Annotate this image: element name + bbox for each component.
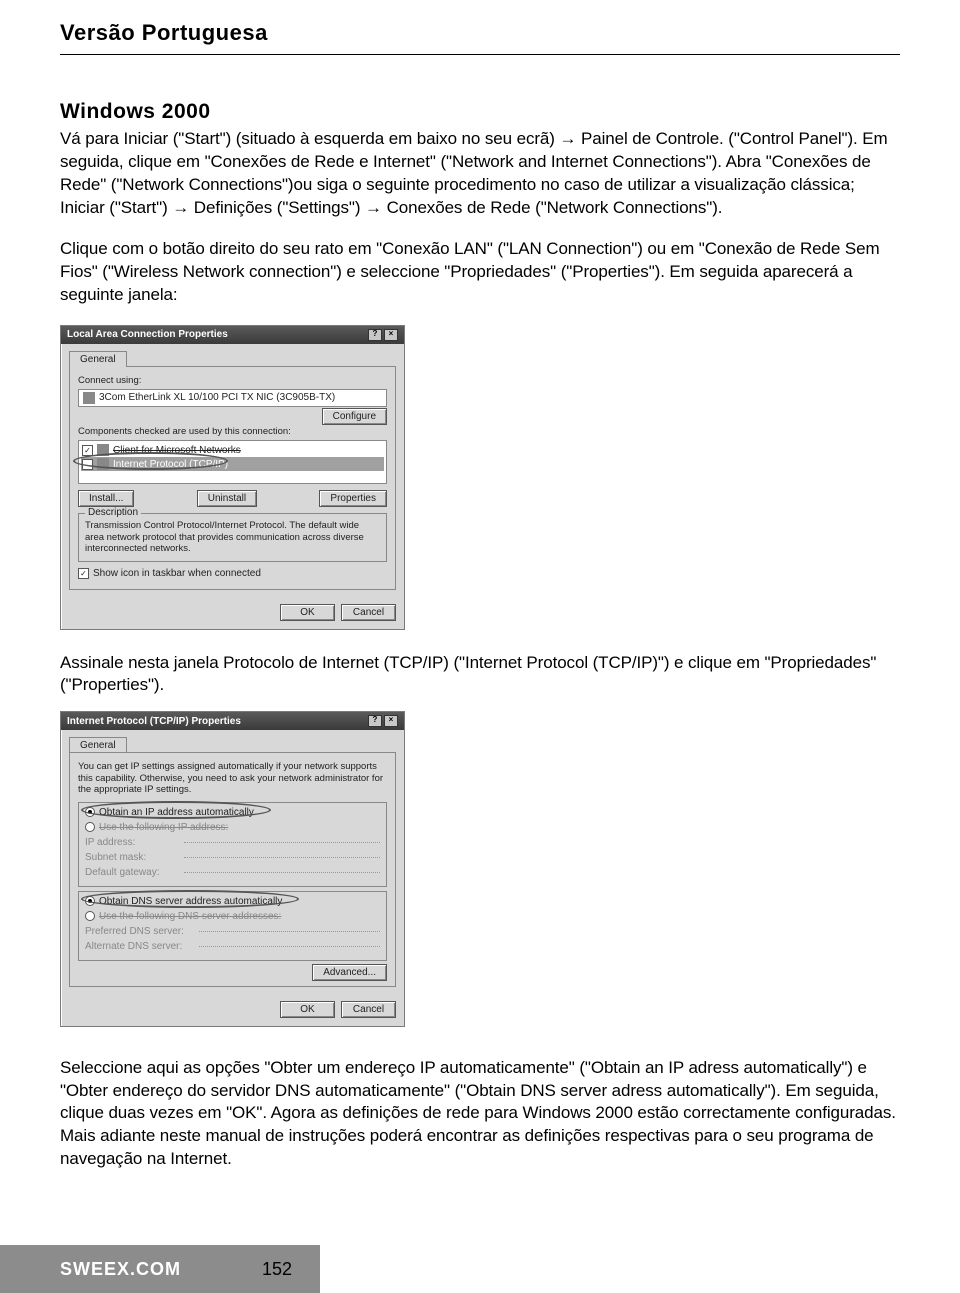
close-icon[interactable]: ×: [384, 715, 398, 727]
components-listbox[interactable]: ✓ Client for Microsoft Networks ✓ Intern…: [78, 440, 387, 484]
field-label: Default gateway:: [85, 867, 180, 878]
page-title: Versão Portuguesa: [60, 20, 900, 46]
section-heading: Windows 2000: [60, 100, 900, 124]
description-legend: Description: [85, 507, 141, 518]
radio-label: Use the following DNS server addresses:: [99, 911, 281, 922]
radio-dns-manual[interactable]: Use the following DNS server addresses:: [85, 909, 380, 924]
ok-button[interactable]: OK: [280, 1001, 335, 1018]
page-header: Versão Portuguesa: [60, 20, 900, 55]
window-controls: ? ×: [368, 715, 398, 727]
install-button[interactable]: Install...: [78, 490, 134, 507]
checkbox-icon[interactable]: ✓: [82, 459, 93, 470]
tab-row: General: [61, 344, 404, 366]
paragraph-1: Vá para Iniciar ("Start") (situado à esq…: [60, 128, 900, 220]
radio-dns-auto[interactable]: Obtain DNS server address automatically: [85, 894, 380, 909]
configure-button[interactable]: Configure: [322, 408, 387, 425]
field-label: IP address:: [85, 837, 180, 848]
tab-row: General: [61, 730, 404, 752]
header-rule: [60, 54, 900, 55]
component-icon: [97, 444, 109, 456]
list-item[interactable]: ✓ Internet Protocol (TCP/IP): [81, 457, 384, 471]
radio-label: Obtain an IP address automatically: [99, 807, 254, 818]
adns-input: [199, 946, 380, 947]
ip-group: Obtain an IP address automatically Use t…: [78, 802, 387, 887]
radio-icon[interactable]: [85, 807, 95, 817]
paragraph-3: Assinale nesta janela Protocolo de Inter…: [60, 652, 900, 698]
titlebar: Local Area Connection Properties ? ×: [61, 326, 404, 344]
tab-body: You can get IP settings assigned automat…: [69, 752, 396, 986]
component-icon: [97, 458, 109, 470]
paragraph-1b-text: Iniciar ("Start") → Definições ("Setting…: [60, 198, 722, 217]
titlebar: Internet Protocol (TCP/IP) Properties ? …: [61, 712, 404, 730]
tab-general[interactable]: General: [69, 351, 127, 367]
window-title: Local Area Connection Properties: [67, 329, 228, 340]
dialog-buttons: OK Cancel: [61, 598, 404, 629]
dialog-buttons: OK Cancel: [61, 995, 404, 1026]
ip-input: [184, 842, 380, 843]
help-icon[interactable]: ?: [368, 329, 382, 341]
component-label: Internet Protocol (TCP/IP): [113, 459, 228, 470]
description-group: Description Transmission Control Protoco…: [78, 513, 387, 561]
adapter-field[interactable]: 3Com EtherLink XL 10/100 PCI TX NIC (3C9…: [78, 389, 387, 407]
components-label: Components checked are used by this conn…: [78, 426, 387, 437]
connect-using-label: Connect using:: [78, 375, 387, 386]
page-footer: SWEEX.COM 152: [0, 1245, 320, 1293]
advanced-button[interactable]: Advanced...: [312, 964, 387, 981]
field-label: Preferred DNS server:: [85, 926, 195, 937]
help-icon[interactable]: ?: [368, 715, 382, 727]
radio-icon[interactable]: [85, 896, 95, 906]
component-label: Client for Microsoft Networks: [113, 445, 241, 456]
paragraph-2: Clique com o botão direito do seu rato e…: [60, 238, 900, 307]
show-icon-label: Show icon in taskbar when connected: [93, 568, 261, 579]
radio-icon[interactable]: [85, 822, 95, 832]
ok-button[interactable]: OK: [280, 604, 335, 621]
intro-text: You can get IP settings assigned automat…: [78, 761, 387, 795]
dns-group: Obtain DNS server address automatically …: [78, 891, 387, 961]
page-number: 152: [262, 1259, 292, 1280]
nic-icon: [83, 392, 95, 404]
gateway-input: [184, 872, 380, 873]
gateway-row: Default gateway:: [85, 865, 380, 880]
cancel-button[interactable]: Cancel: [341, 1001, 396, 1018]
subnet-row: Subnet mask:: [85, 850, 380, 865]
adapter-name: 3Com EtherLink XL 10/100 PCI TX NIC (3C9…: [99, 392, 335, 403]
description-text: Transmission Control Protocol/Internet P…: [85, 520, 380, 554]
pdns-input: [199, 931, 380, 932]
uninstall-button[interactable]: Uninstall: [197, 490, 257, 507]
cancel-button[interactable]: Cancel: [341, 604, 396, 621]
pdns-row: Preferred DNS server:: [85, 924, 380, 939]
mask-input: [184, 857, 380, 858]
field-label: Alternate DNS server:: [85, 941, 195, 952]
paragraph-4: Seleccione aqui as opções "Obter um ende…: [60, 1057, 900, 1172]
radio-ip-auto[interactable]: Obtain an IP address automatically: [85, 805, 380, 820]
tab-general[interactable]: General: [69, 737, 127, 753]
footer-site: SWEEX.COM: [60, 1259, 181, 1280]
radio-label: Obtain DNS server address automatically: [99, 896, 282, 907]
show-icon-row[interactable]: ✓ Show icon in taskbar when connected: [78, 566, 387, 581]
tab-body: Connect using: 3Com EtherLink XL 10/100 …: [69, 366, 396, 590]
checkbox-icon[interactable]: ✓: [82, 445, 93, 456]
window-title: Internet Protocol (TCP/IP) Properties: [67, 716, 241, 727]
radio-label: Use the following IP address:: [99, 822, 228, 833]
properties-button[interactable]: Properties: [319, 490, 387, 507]
ip-address-row: IP address:: [85, 835, 380, 850]
paragraph-1-text: Vá para Iniciar ("Start") (situado à esq…: [60, 129, 888, 194]
field-label: Subnet mask:: [85, 852, 180, 863]
window-lac-properties: Local Area Connection Properties ? × Gen…: [60, 325, 405, 630]
radio-icon[interactable]: [85, 911, 95, 921]
window-tcpip-properties: Internet Protocol (TCP/IP) Properties ? …: [60, 711, 405, 1026]
window-controls: ? ×: [368, 329, 398, 341]
close-icon[interactable]: ×: [384, 329, 398, 341]
checkbox-icon[interactable]: ✓: [78, 568, 89, 579]
list-item[interactable]: ✓ Client for Microsoft Networks: [81, 443, 384, 457]
adns-row: Alternate DNS server:: [85, 939, 380, 954]
radio-ip-manual[interactable]: Use the following IP address:: [85, 820, 380, 835]
